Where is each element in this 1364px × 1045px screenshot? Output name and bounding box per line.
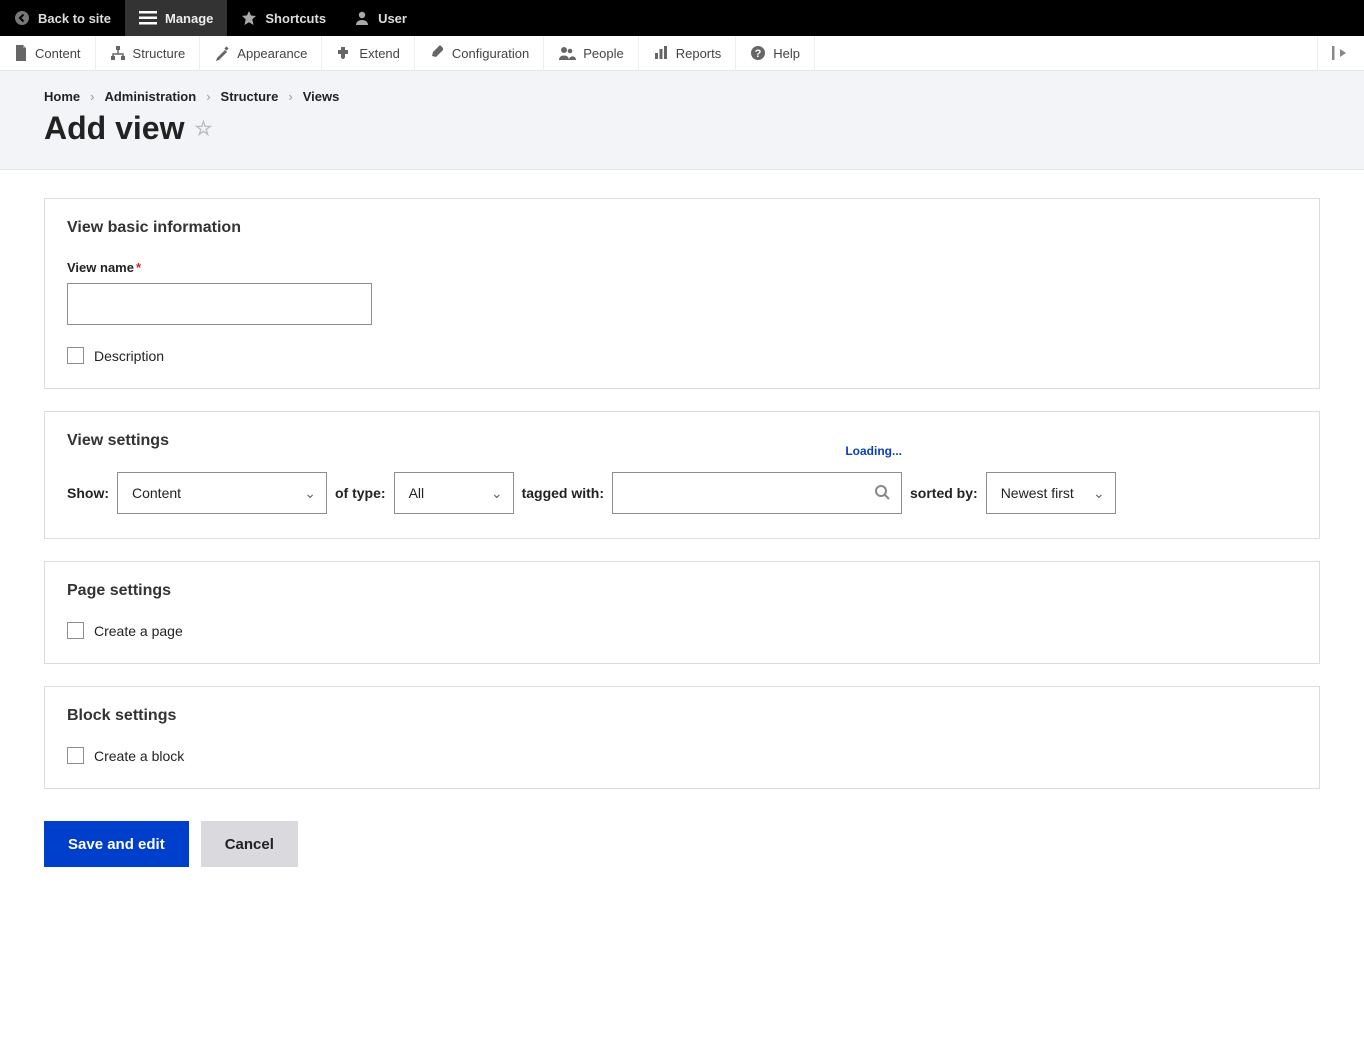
admin-extend-label: Extend <box>359 46 399 61</box>
collapse-icon <box>1332 46 1350 60</box>
panel-view-settings-title: View settings <box>67 432 1297 450</box>
admin-reports[interactable]: Reports <box>639 36 737 70</box>
create-block-checkbox[interactable] <box>67 747 84 764</box>
menu-icon <box>139 11 157 25</box>
breadcrumb-structure[interactable]: Structure <box>221 89 279 104</box>
create-page-checkbox[interactable] <box>67 622 84 639</box>
breadcrumb-home[interactable]: Home <box>44 89 80 104</box>
appearance-icon <box>214 45 230 61</box>
type-value: All <box>409 485 425 501</box>
show-select[interactable]: Content ⌄ <box>117 472 327 514</box>
adminbar: Content Structure Appearance Extend Conf… <box>0 36 1364 71</box>
breadcrumb-views[interactable]: Views <box>303 89 340 104</box>
manage-label: Manage <box>165 11 213 26</box>
help-icon: ? <box>750 45 766 61</box>
admin-content-label: Content <box>35 46 81 61</box>
admin-people[interactable]: People <box>544 36 638 70</box>
breadcrumb-admin[interactable]: Administration <box>104 89 196 104</box>
panel-basic-title: View basic information <box>67 219 1297 237</box>
admin-help[interactable]: ? Help <box>736 36 815 70</box>
tagged-input[interactable] <box>612 472 902 514</box>
sorted-select[interactable]: Newest first ⌄ <box>986 472 1116 514</box>
back-to-site-link[interactable]: Back to site <box>0 0 125 36</box>
show-value: Content <box>132 485 181 501</box>
description-checkbox[interactable] <box>67 347 84 364</box>
tagged-wrap: Loading... <box>612 472 902 514</box>
collapse-tray-button[interactable] <box>1317 36 1364 70</box>
reports-icon <box>653 45 669 61</box>
actions: Save and edit Cancel <box>44 821 1320 867</box>
description-label: Description <box>94 348 164 364</box>
admin-help-label: Help <box>773 46 800 61</box>
user-icon <box>354 10 370 26</box>
main-content: View basic information View name* Descri… <box>0 170 1364 895</box>
admin-appearance[interactable]: Appearance <box>200 36 322 70</box>
admin-structure[interactable]: Structure <box>96 36 201 70</box>
page-title: Add view ☆ <box>44 110 1320 147</box>
title-area: Home › Administration › Structure › View… <box>0 71 1364 170</box>
admin-structure-label: Structure <box>133 46 186 61</box>
topbar: Back to site Manage Shortcuts User <box>0 0 1364 36</box>
create-block-label: Create a block <box>94 748 184 764</box>
view-name-input[interactable] <box>67 283 372 325</box>
chevron-down-icon: ⌄ <box>304 485 316 502</box>
admin-people-label: People <box>583 46 623 61</box>
admin-appearance-label: Appearance <box>237 46 307 61</box>
type-label: of type: <box>335 485 386 501</box>
loading-text: Loading... <box>845 444 902 458</box>
chevron-down-icon: ⌄ <box>491 485 503 502</box>
sorted-value: Newest first <box>1001 485 1074 501</box>
breadcrumb: Home › Administration › Structure › View… <box>44 89 1320 104</box>
panel-block-settings-title: Block settings <box>67 707 1297 725</box>
type-select[interactable]: All ⌄ <box>394 472 514 514</box>
page-title-text: Add view <box>44 110 184 147</box>
admin-configuration-label: Configuration <box>452 46 529 61</box>
tagged-label: tagged with: <box>522 485 604 501</box>
breadcrumb-sep: › <box>90 89 94 104</box>
save-button[interactable]: Save and edit <box>44 821 189 867</box>
back-to-site-label: Back to site <box>38 11 111 26</box>
content-icon <box>14 45 28 61</box>
admin-extend[interactable]: Extend <box>322 36 414 70</box>
required-marker: * <box>136 260 141 275</box>
panel-page-settings-title: Page settings <box>67 582 1297 600</box>
admin-configuration[interactable]: Configuration <box>415 36 544 70</box>
panel-page-settings: Page settings Create a page <box>44 561 1320 664</box>
panel-view-settings: View settings Show: Content ⌄ of type: A… <box>44 411 1320 539</box>
people-icon <box>558 45 576 61</box>
sorted-label: sorted by: <box>910 485 978 501</box>
favorite-star-icon[interactable]: ☆ <box>194 116 212 141</box>
show-label: Show: <box>67 485 109 501</box>
configuration-icon <box>429 45 445 61</box>
star-icon <box>241 10 257 26</box>
create-page-label: Create a page <box>94 623 183 639</box>
breadcrumb-sep: › <box>288 89 292 104</box>
shortcuts-link[interactable]: Shortcuts <box>227 0 340 36</box>
svg-text:?: ? <box>755 48 762 60</box>
structure-icon <box>110 45 126 61</box>
admin-content[interactable]: Content <box>0 36 96 70</box>
back-icon <box>14 10 30 26</box>
view-name-label: View name* <box>67 260 141 275</box>
search-icon <box>874 484 890 500</box>
breadcrumb-sep: › <box>206 89 210 104</box>
shortcuts-label: Shortcuts <box>265 11 326 26</box>
extend-icon <box>336 45 352 61</box>
manage-link[interactable]: Manage <box>125 0 227 36</box>
panel-basic-info: View basic information View name* Descri… <box>44 198 1320 389</box>
chevron-down-icon: ⌄ <box>1093 485 1105 502</box>
panel-block-settings: Block settings Create a block <box>44 686 1320 789</box>
user-label: User <box>378 11 407 26</box>
cancel-button[interactable]: Cancel <box>201 821 298 867</box>
user-link[interactable]: User <box>340 0 421 36</box>
admin-reports-label: Reports <box>676 46 722 61</box>
